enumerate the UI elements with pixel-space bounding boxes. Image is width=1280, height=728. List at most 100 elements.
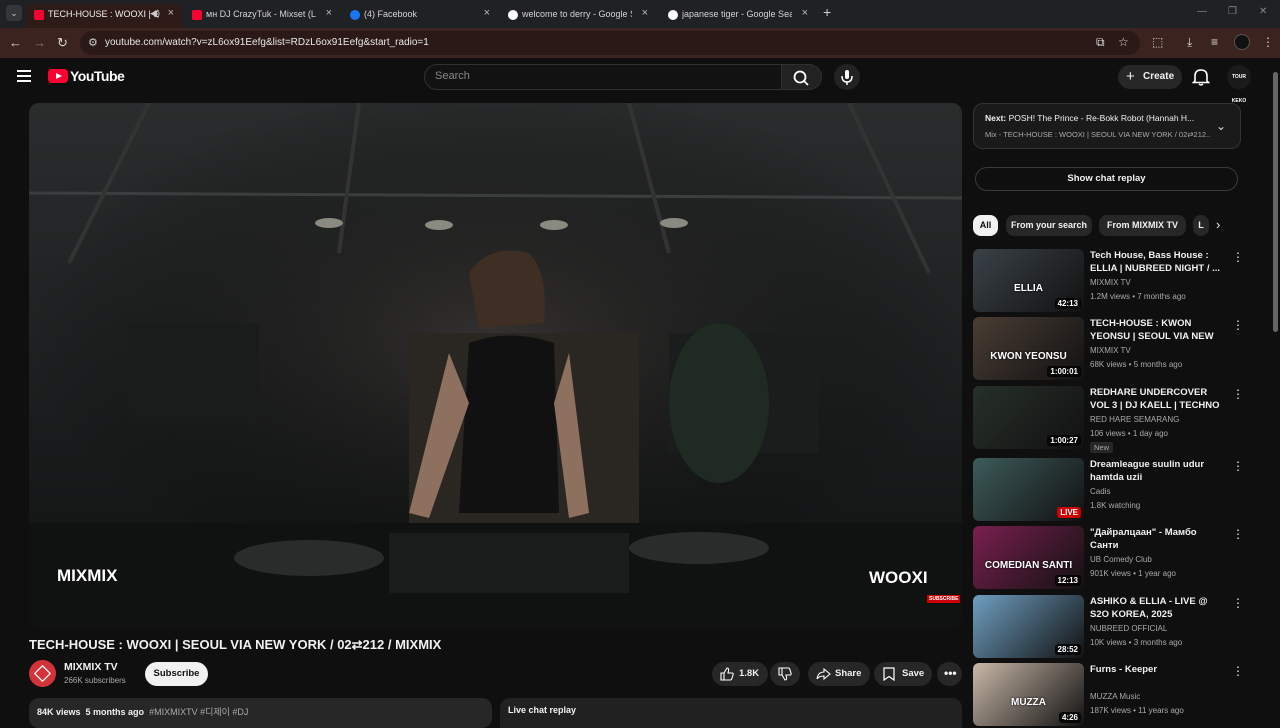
minimize-icon[interactable]: — bbox=[1197, 6, 1207, 17]
video-frame bbox=[29, 103, 962, 628]
recommendation-item[interactable]: ELLIA 42:13 Tech House, Bass House : ELLIA… bbox=[973, 249, 1273, 313]
channel-avatar[interactable] bbox=[29, 660, 56, 687]
recommendation-title[interactable]: ASHIKO & ELLIA - LIVE @ S2O KOREA, 2025 bbox=[1090, 595, 1226, 621]
recommendation-channel[interactable]: MUZZA Music bbox=[1090, 692, 1140, 701]
share-icon bbox=[816, 667, 831, 681]
install-app-icon[interactable]: ⧉ bbox=[1096, 35, 1105, 50]
omnibox[interactable]: ⚙ youtube.com/watch?v=zL6ox91Eefg&list=R… bbox=[80, 31, 1140, 55]
scrollbar-thumb[interactable] bbox=[1273, 72, 1278, 332]
more-actions-button[interactable]: ••• bbox=[937, 662, 962, 686]
tab-close-icon[interactable]: × bbox=[642, 7, 648, 19]
page-scrollbar[interactable] bbox=[1271, 58, 1280, 720]
playlist-next-panel[interactable]: Next: POSH! The Prince - Re-Bokk Robot (… bbox=[973, 103, 1241, 149]
recommendation-channel[interactable]: Cadis bbox=[1090, 487, 1110, 496]
tab-search-button[interactable]: ⌄ bbox=[6, 5, 22, 21]
video-thumbnail[interactable]: KWON YEONSU 1:00:01 bbox=[973, 317, 1084, 380]
video-thumbnail[interactable]: 28:52 bbox=[973, 595, 1084, 658]
recommendation-title[interactable]: Furns - Keeper bbox=[1090, 663, 1226, 676]
subscribe-button[interactable]: Subscribe bbox=[145, 662, 208, 686]
browser-tab-4[interactable]: japanese tiger - Google Search × bbox=[660, 4, 816, 28]
chevron-down-icon[interactable]: ⌄ bbox=[1216, 119, 1226, 133]
back-icon[interactable]: ← bbox=[9, 35, 22, 50]
menu-hamburger-icon[interactable] bbox=[17, 70, 31, 82]
description-box[interactable]: 84K views 5 months ago #MIXMIXTV #디제이 #D… bbox=[29, 698, 492, 728]
recommendation-title[interactable]: Dreamleague suulin udur hamtda uzii bbox=[1090, 458, 1226, 484]
tab-close-icon[interactable]: × bbox=[326, 7, 332, 19]
tab-close-icon[interactable]: × bbox=[484, 7, 490, 19]
browser-tab-1[interactable]: мн DJ CrazyTuk - Mixset (LIVE) × bbox=[184, 4, 340, 28]
video-thumbnail[interactable]: ELLIA 42:13 bbox=[973, 249, 1084, 312]
voice-search-button[interactable] bbox=[834, 64, 860, 90]
more-vertical-icon[interactable]: ⋮ bbox=[1232, 597, 1244, 609]
recommendation-title[interactable]: REDHARE UNDERCOVER VOL 3 | DJ KAELL | TE… bbox=[1090, 386, 1226, 412]
recommendation-item[interactable]: KWON YEONSU 1:00:01 TECH-HOUSE : KWON YEON… bbox=[973, 317, 1273, 381]
maximize-icon[interactable]: ❐ bbox=[1228, 6, 1237, 17]
search-box[interactable] bbox=[424, 64, 782, 90]
youtube-favicon-icon bbox=[192, 10, 202, 20]
hashtags[interactable]: #MIXMIXTV #디제이 #DJ bbox=[149, 707, 248, 717]
url-text[interactable]: youtube.com/watch?v=zL6ox91Eefg&list=RDz… bbox=[105, 37, 429, 48]
recommendation-title[interactable]: TECH-HOUSE : KWON YEONSU | SEOUL VIA NEW… bbox=[1090, 317, 1226, 344]
chip-all[interactable]: All bbox=[973, 215, 998, 236]
recommendation-item[interactable]: LIVE Dreamleague suulin udur hamtda uzii C… bbox=[973, 458, 1273, 522]
browser-menu-icon[interactable]: ⋮ bbox=[1262, 35, 1274, 49]
forward-icon[interactable]: → bbox=[33, 35, 46, 50]
recommendation-title[interactable]: "Дайралцаан" - Мамбо Санти bbox=[1090, 526, 1226, 552]
recommendation-item[interactable]: MUZZA 4:26 Furns - Keeper MUZZA Music 187K v… bbox=[973, 663, 1273, 727]
recommendation-channel[interactable]: NUBREED OFFICIAL bbox=[1090, 624, 1167, 633]
recommendation-item[interactable]: 1:00:27 REDHARE UNDERCOVER VOL 3 | DJ KAE… bbox=[973, 386, 1273, 453]
browser-tab-3[interactable]: welcome to derry - Google Sea × bbox=[500, 4, 656, 28]
notifications-button[interactable] bbox=[1191, 67, 1211, 87]
more-vertical-icon[interactable]: ⋮ bbox=[1232, 251, 1244, 263]
video-thumbnail[interactable]: MUZZA 4:26 bbox=[973, 663, 1084, 726]
video-player[interactable]: MIXMIX WOOXI SUBSCRIBE bbox=[29, 103, 962, 628]
more-vertical-icon[interactable]: ⋮ bbox=[1232, 319, 1244, 331]
save-button[interactable]: Save bbox=[874, 662, 932, 686]
reload-icon[interactable]: ↻ bbox=[57, 35, 68, 51]
profile-avatar[interactable] bbox=[1234, 34, 1250, 50]
media-controls-icon[interactable]: ≡ bbox=[1211, 35, 1218, 49]
recommendation-channel[interactable]: RED HARE SEMARANG bbox=[1090, 415, 1179, 424]
search-input[interactable] bbox=[435, 70, 765, 82]
tab-close-icon[interactable]: × bbox=[802, 7, 808, 19]
new-tab-icon[interactable]: + bbox=[823, 4, 831, 20]
recommendation-item[interactable]: 28:52 ASHIKO & ELLIA - LIVE @ S2O KOREA, … bbox=[973, 595, 1273, 659]
chip-from-search[interactable]: From your search bbox=[1006, 215, 1092, 236]
chevron-right-icon[interactable]: › bbox=[1216, 217, 1220, 232]
bookmark-star-icon[interactable]: ☆ bbox=[1118, 35, 1129, 49]
subscribe-badge[interactable]: SUBSCRIBE bbox=[927, 595, 961, 603]
dislike-button[interactable] bbox=[770, 662, 800, 686]
share-button[interactable]: Share bbox=[808, 662, 870, 686]
video-thumbnail[interactable]: COMEDIAN SANTI 12:13 bbox=[973, 526, 1084, 589]
channel-name[interactable]: MIXMIX TV bbox=[64, 661, 118, 673]
browser-tab-0[interactable]: TECH-HOUSE : WOOXI | SE ◀) × bbox=[26, 4, 182, 28]
show-chat-replay-button[interactable]: Show chat replay bbox=[975, 167, 1238, 191]
close-window-icon[interactable]: ✕ bbox=[1259, 6, 1267, 17]
more-vertical-icon[interactable]: ⋮ bbox=[1232, 528, 1244, 540]
download-icon[interactable]: ⤓ bbox=[1187, 35, 1192, 50]
video-thumbnail[interactable]: 1:00:27 bbox=[973, 386, 1084, 449]
chip-from-channel[interactable]: From MIXMIX TV bbox=[1099, 215, 1186, 236]
recommendation-channel[interactable]: MIXMIX TV bbox=[1090, 346, 1131, 355]
more-vertical-icon[interactable]: ⋮ bbox=[1232, 388, 1244, 400]
tab-title: TECH-HOUSE : WOOXI | SE bbox=[48, 9, 158, 19]
recommendation-title[interactable]: Tech House, Bass House : ELLIA | NUBREED… bbox=[1090, 249, 1226, 275]
recommendation-channel[interactable]: MIXMIX TV bbox=[1090, 278, 1131, 287]
speaker-icon[interactable]: ◀) bbox=[150, 8, 160, 19]
chip-more[interactable]: L bbox=[1193, 215, 1209, 236]
extensions-icon[interactable]: ⬚ bbox=[1152, 35, 1163, 49]
like-count: 1.8K bbox=[739, 668, 760, 679]
video-thumbnail[interactable]: LIVE bbox=[973, 458, 1084, 521]
browser-tab-2[interactable]: (4) Facebook × bbox=[342, 4, 498, 28]
more-vertical-icon[interactable]: ⋮ bbox=[1232, 460, 1244, 472]
recommendation-channel[interactable]: UB Comedy Club bbox=[1090, 555, 1152, 564]
like-button[interactable]: 1.8K bbox=[712, 662, 768, 686]
more-horizontal-icon: ••• bbox=[944, 666, 957, 680]
create-button[interactable]: + Create bbox=[1118, 65, 1182, 89]
site-info-icon[interactable]: ⚙ bbox=[88, 36, 98, 49]
account-avatar[interactable]: TOUR KEKO bbox=[1227, 65, 1251, 104]
search-button[interactable] bbox=[782, 64, 822, 90]
tab-close-icon[interactable]: × bbox=[168, 7, 174, 19]
more-vertical-icon[interactable]: ⋮ bbox=[1232, 665, 1244, 677]
recommendation-item[interactable]: COMEDIAN SANTI 12:13 "Дайралцаан" - Мамбо … bbox=[973, 526, 1273, 590]
